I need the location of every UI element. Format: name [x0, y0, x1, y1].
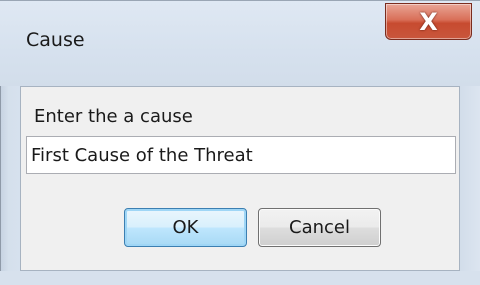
close-icon: X [419, 7, 438, 36]
window-frame-left [0, 86, 20, 285]
window-frame-bottom [0, 271, 480, 285]
ok-button[interactable]: OK [124, 208, 247, 247]
close-button[interactable]: X [385, 3, 472, 40]
dialog-window: Cause X Enter the a cause OK Cancel [0, 0, 480, 285]
title-bar[interactable]: Cause X [0, 0, 480, 86]
prompt-label: Enter the a cause [34, 106, 193, 127]
cancel-button[interactable]: Cancel [258, 208, 381, 247]
window-title: Cause [26, 29, 85, 51]
cause-input[interactable] [26, 136, 456, 174]
window-frame-right [460, 86, 480, 285]
